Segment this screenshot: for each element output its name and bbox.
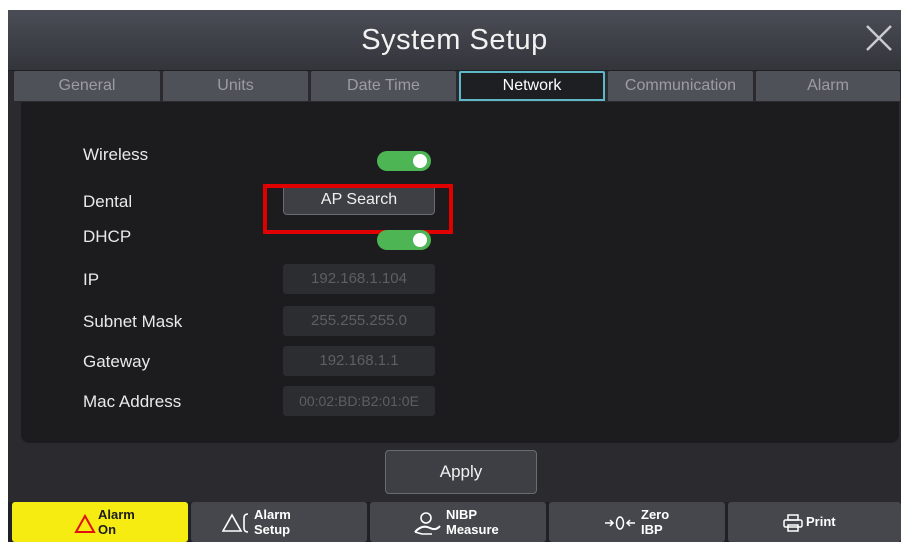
dental-label: Dental [83, 192, 133, 211]
ip-field: 192.168.1.104 [283, 264, 435, 294]
nibp-measure-button[interactable]: NIBP Measure [370, 502, 546, 542]
zero-ibp-line1: Zero [641, 507, 670, 522]
wireless-toggle[interactable] [377, 151, 431, 171]
gateway-field: 192.168.1.1 [283, 346, 435, 376]
apply-button[interactable]: Apply [385, 450, 537, 494]
tab-communication[interactable]: Communication [608, 71, 753, 101]
alarm-setup-line2: Setup [254, 522, 291, 537]
gateway-label: Gateway [83, 352, 151, 371]
toggle-knob [413, 233, 427, 247]
softkey-bar: Alarm On Alarm Setup NIBP Measure Zero I… [8, 502, 901, 542]
alarm-on-line1: Alarm [98, 507, 135, 522]
tab-alarm[interactable]: Alarm [756, 71, 900, 101]
window-title: System Setup [361, 24, 548, 56]
system-setup-screen: System Setup General Units Date Time Net… [8, 10, 901, 542]
toggle-knob [413, 154, 427, 168]
tab-units[interactable]: Units [163, 71, 308, 101]
tab-network[interactable]: Network [459, 71, 605, 101]
title-bar: System Setup [8, 10, 901, 71]
blood-pressure-cuff-icon [414, 512, 441, 535]
alarm-triangle-icon [74, 514, 96, 533]
mac-address-label: Mac Address [83, 392, 182, 411]
wireless-label: Wireless [83, 145, 149, 164]
dhcp-toggle[interactable] [377, 230, 431, 250]
alarm-setup-line1: Alarm [254, 507, 291, 522]
tab-bar: General Units Date Time Network Communic… [14, 71, 900, 101]
alarm-setup-button[interactable]: Alarm Setup [191, 502, 367, 542]
alarm-on-button[interactable]: Alarm On [12, 502, 188, 542]
ip-label: IP [83, 270, 100, 289]
tab-date-time[interactable]: Date Time [311, 71, 456, 101]
alarm-on-line2: On [98, 522, 117, 537]
subnet-mask-label: Subnet Mask [83, 312, 183, 331]
printer-icon [783, 514, 803, 532]
nibp-line1: NIBP [446, 507, 478, 522]
print-label: Print [806, 514, 836, 529]
highlight-box [263, 184, 453, 234]
alarm-setup-icon [222, 513, 249, 533]
tab-general[interactable]: General [14, 71, 160, 101]
print-button[interactable]: Print [728, 502, 901, 542]
mac-address-field: 00:02:BD:B2:01:0E [283, 386, 435, 416]
subnet-mask-field: 255.255.255.0 [283, 306, 435, 336]
zero-ibp-line2: IBP [641, 522, 663, 537]
zero-arrows-icon [605, 516, 635, 530]
zero-ibp-button[interactable]: Zero IBP [549, 502, 725, 542]
close-icon[interactable] [857, 18, 897, 58]
nibp-line2: Measure [446, 522, 499, 537]
dhcp-label: DHCP [83, 227, 132, 246]
